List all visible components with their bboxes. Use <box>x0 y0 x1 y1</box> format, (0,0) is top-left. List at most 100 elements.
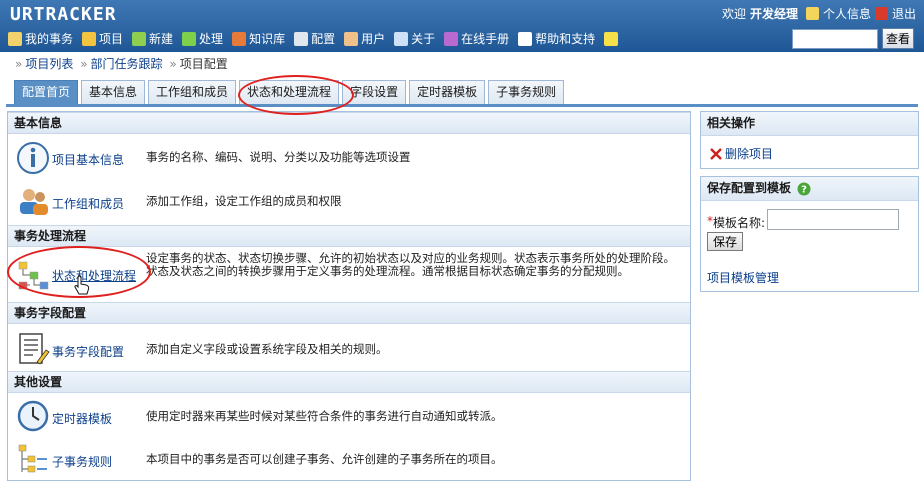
app-logo: URTRACKER <box>10 4 117 25</box>
workflow-icon <box>18 261 49 290</box>
row-timer: 定时器模板 使用定时器来再某些时候对某些符合条件的事务进行自动通知或转派。 <box>8 395 690 437</box>
nav-item-1[interactable]: 项目 <box>82 30 123 47</box>
info-icon <box>17 142 49 174</box>
welcome-text: 欢迎 <box>721 7 746 21</box>
delete-x-icon <box>710 147 722 160</box>
search-input[interactable] <box>792 29 878 49</box>
row-workgroup: 工作组和成员 添加工作组，设定工作组的成员和权限 <box>8 180 690 222</box>
home-icon <box>8 31 22 46</box>
team-icon <box>20 189 48 215</box>
template-name-label: 模板名称: <box>713 216 766 230</box>
gear-icon <box>294 31 309 46</box>
nav-item-label: 配置 <box>311 32 336 46</box>
nav-item-label: 处理 <box>199 32 224 46</box>
fields-config-link[interactable]: 事务字段配置 <box>52 343 124 360</box>
tab-6[interactable]: 子事务规则 <box>488 80 565 104</box>
nav-item-8[interactable]: 在线手册 <box>444 30 509 47</box>
delete-project-link[interactable]: 删除项目 <box>725 145 773 162</box>
tab-5[interactable]: 定时器模板 <box>409 80 486 104</box>
user-name: 开发经理 <box>749 7 798 21</box>
nav-item-label: 我的事务 <box>25 32 74 46</box>
breadcrumb-project-list[interactable]: 项目列表 <box>25 57 73 71</box>
project-basic-info-desc: 事务的名称、编码、说明、分类以及功能等选项设置 <box>146 150 411 164</box>
related-ops-panel: 相关操作 删除项目 <box>700 111 919 169</box>
timer-template-desc: 使用定时器来再某些时候对某些符合条件的事务进行自动通知或转派。 <box>146 409 503 423</box>
nav-item-6[interactable]: 用户 <box>344 30 385 47</box>
template-manage-link[interactable]: 项目模板管理 <box>707 269 779 286</box>
save-template-title: 保存配置到模板 <box>707 181 792 195</box>
nav-item-10[interactable] <box>604 31 621 46</box>
welcome-area: 欢迎 开发经理 个人信息 退出 <box>722 5 916 22</box>
row-project-basic: 项目基本信息 事务的名称、编码、说明、分类以及功能等选项设置 <box>8 136 690 178</box>
row-subtask: 子事务规则 本项目中的事务是否可以创建子事务、允许创建的子事务所在的项目。 <box>8 438 690 480</box>
main-nav: 我的事务 项目 新建 处理 知识库 配置 用户 关于 在线手册 帮助和支持 <box>8 30 630 47</box>
database-icon <box>82 31 97 46</box>
new-icon <box>132 31 147 46</box>
help-icon[interactable]: ? <box>797 182 811 196</box>
section-workflow-header: 事务处理流程 <box>8 225 690 247</box>
subtask-rule-desc: 本项目中的事务是否可以创建子事务、允许创建的子事务所在的项目。 <box>146 452 503 466</box>
nav-item-label: 关于 <box>411 32 436 46</box>
tab-3[interactable]: 状态和处理流程 <box>239 80 340 104</box>
top-header: URTRACKER 欢迎 开发经理 个人信息 退出 我的事务 项目 新建 处理 知识库 配… <box>0 0 924 52</box>
config-main-panel: 基本信息 项目基本信息 事务的名称、编码、说明、分类以及功能等选项设置 工作组和… <box>7 111 691 481</box>
star-icon <box>604 31 619 46</box>
nav-item-2[interactable]: 新建 <box>132 30 173 47</box>
row-workflow: 状态和处理流程 设定事务的状态、状态切换步骤、允许的初始状态以及对应的业务规则。… <box>8 249 690 299</box>
personal-info-link[interactable]: 个人信息 <box>823 5 871 22</box>
save-template-header: 保存配置到模板 ? <box>701 177 918 201</box>
section-basic-header: 基本信息 <box>8 112 690 134</box>
users-icon <box>344 31 359 46</box>
workflow-link[interactable]: 状态和处理流程 <box>52 267 136 284</box>
check-icon <box>182 31 197 46</box>
nav-item-label: 新建 <box>149 32 174 46</box>
logout-icon <box>874 7 888 20</box>
nav-item-label: 帮助和支持 <box>535 32 596 46</box>
row-fields: 事务字段配置 添加自定义字段或设置系统字段及相关的规则。 <box>8 326 690 372</box>
nav-item-7[interactable]: 关于 <box>394 30 435 47</box>
tab-underline <box>6 104 918 107</box>
subtask-rule-link[interactable]: 子事务规则 <box>52 453 112 470</box>
nav-item-4[interactable]: 知识库 <box>232 30 285 47</box>
form-edit-icon <box>19 333 50 365</box>
nav-item-5[interactable]: 配置 <box>294 30 335 47</box>
nav-item-3[interactable]: 处理 <box>182 30 223 47</box>
nav-item-label: 用户 <box>361 32 386 46</box>
clock-icon <box>17 400 49 432</box>
nav-item-label: 知识库 <box>249 32 286 46</box>
breadcrumb-current: 项目配置 <box>179 57 228 71</box>
config-tabs: 配置首页 基本信息 工作组和成员 状态和处理流程 字段设置 定时器模板 子事务规则 <box>14 80 567 104</box>
hand-cursor-icon <box>74 275 90 295</box>
nav-item-0[interactable]: 我的事务 <box>8 30 73 47</box>
svg-text:?: ? <box>801 184 807 195</box>
related-ops-title: 相关操作 <box>701 112 918 136</box>
timer-template-link[interactable]: 定时器模板 <box>52 410 112 427</box>
section-fields-header: 事务字段配置 <box>8 302 690 324</box>
save-template-button[interactable]: 保存 <box>707 232 744 251</box>
book-icon <box>444 31 459 46</box>
user-info-icon <box>805 7 819 20</box>
tab-4[interactable]: 字段设置 <box>342 80 407 104</box>
breadcrumb-project[interactable]: 部门任务跟踪 <box>91 57 163 71</box>
tab-0[interactable]: 配置首页 <box>14 80 79 104</box>
search-button[interactable]: 查看 <box>882 28 914 49</box>
workflow-desc: 设定事务的状态、状态切换步骤、允许的初始状态以及对应的业务规则。状态表示事务所处… <box>146 251 675 278</box>
section-other-header: 其他设置 <box>8 371 690 393</box>
save-template-panel: 保存配置到模板 ? * 模板名称: 保存 项目模板管理 <box>700 176 919 292</box>
delete-project-row: 删除项目 <box>709 145 773 162</box>
nav-item-label: 在线手册 <box>461 32 510 46</box>
nav-item-9[interactable]: 帮助和支持 <box>518 30 595 47</box>
logout-link[interactable]: 退出 <box>892 5 916 22</box>
nav-item-label: 项目 <box>99 32 124 46</box>
info-icon <box>394 31 409 46</box>
project-basic-info-link[interactable]: 项目基本信息 <box>52 151 124 168</box>
tab-1[interactable]: 基本信息 <box>81 80 146 104</box>
books-icon <box>232 31 247 46</box>
fields-config-desc: 添加自定义字段或设置系统字段及相关的规则。 <box>146 342 388 356</box>
workgroup-desc: 添加工作组，设定工作组的成员和权限 <box>146 194 342 208</box>
workgroup-link[interactable]: 工作组和成员 <box>52 195 124 212</box>
help-icon <box>518 31 533 46</box>
tab-2[interactable]: 工作组和成员 <box>148 80 237 104</box>
template-name-input[interactable] <box>767 209 899 230</box>
breadcrumb: » 项目列表 » 部门任务跟踪 » 项目配置 <box>15 57 228 71</box>
